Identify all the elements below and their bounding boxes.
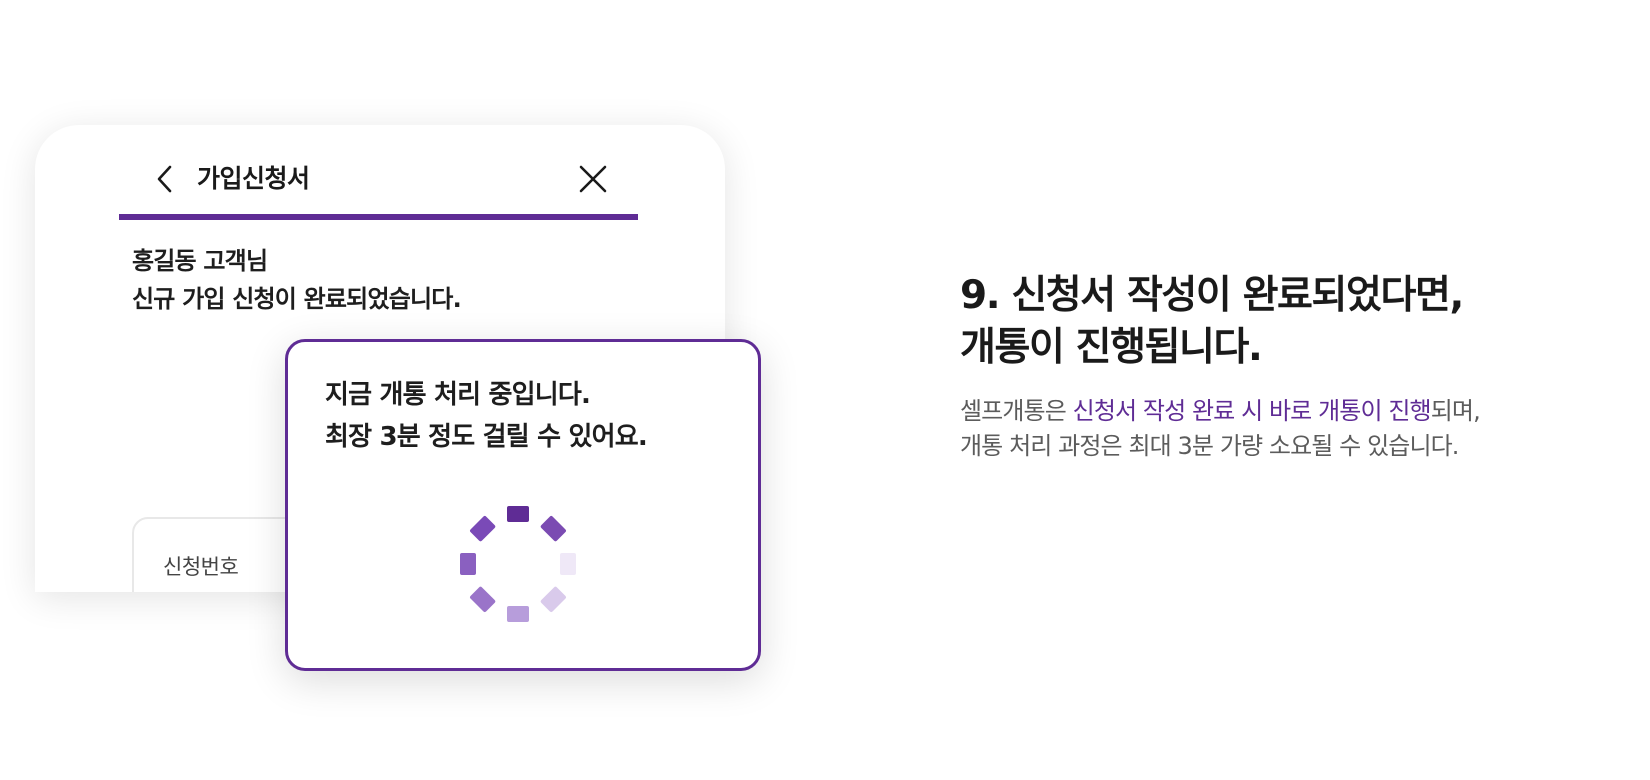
spinner-segment: [460, 553, 476, 575]
spinner-segment: [470, 516, 496, 542]
form-progress-fill: [119, 214, 638, 220]
close-button[interactable]: [575, 161, 611, 197]
form-header: 가입신청서: [35, 125, 725, 220]
greeting-line-2: 신규 가입 신청이 완료되었습니다.: [132, 285, 462, 313]
step-description-line-2: 개통 처리 과정은 최대 3분 가량 소요될 수 있습니다.: [960, 432, 1459, 460]
greeting-line-1: 홍길동 고객님: [132, 247, 268, 275]
spinner-segment: [507, 506, 529, 522]
spinner-segment: [470, 586, 496, 612]
processing-message: 지금 개통 처리 중입니다. 최장 3분 정도 걸릴 수 있어요.: [325, 374, 648, 458]
completion-message: 홍길동 고객님 신규 가입 신청이 완료되었습니다.: [132, 242, 462, 318]
step-heading-line-2: 개통이 진행됩니다.: [960, 325, 1263, 370]
application-number-label: 신청번호: [163, 555, 239, 579]
form-progress-bar: [119, 214, 638, 220]
form-title: 가입신청서: [197, 164, 310, 193]
spinner-segment: [540, 516, 566, 542]
desc-accent: 신청서 작성 완료 시 바로 개통이 진행: [1072, 397, 1432, 425]
spinner-segment: [507, 606, 529, 622]
spinner-segment: [540, 586, 566, 612]
desc-part-2: 되며,: [1430, 397, 1481, 425]
step-heading-line-1: 9. 신청서 작성이 완료되었다면,: [960, 273, 1464, 318]
step-heading: 9. 신청서 작성이 완료되었다면, 개통이 진행됩니다.: [960, 270, 1464, 374]
processing-dialog: 지금 개통 처리 중입니다. 최장 3분 정도 걸릴 수 있어요.: [285, 339, 761, 671]
processing-line-1: 지금 개통 처리 중입니다.: [325, 380, 591, 410]
back-button[interactable]: [147, 159, 183, 199]
desc-part-1: 셀프개통은: [960, 397, 1073, 425]
step-description-line-1: 셀프개통은 신청서 작성 완료 시 바로 개통이 진행되며,: [960, 394, 1481, 429]
chevron-left-icon: [157, 165, 172, 193]
close-icon: [579, 165, 607, 193]
processing-line-2: 최장 3분 정도 걸릴 수 있어요.: [325, 422, 648, 452]
loading-spinner-icon: [460, 506, 576, 622]
step-description: 셀프개통은 신청서 작성 완료 시 바로 개통이 진행되며, 개통 처리 과정은…: [960, 394, 1481, 464]
page: 가입신청서 홍길동 고객님 신규 가입 신청이 완료되었습니다. 신청번호 지금…: [0, 0, 1650, 780]
spinner-segment: [560, 553, 576, 575]
